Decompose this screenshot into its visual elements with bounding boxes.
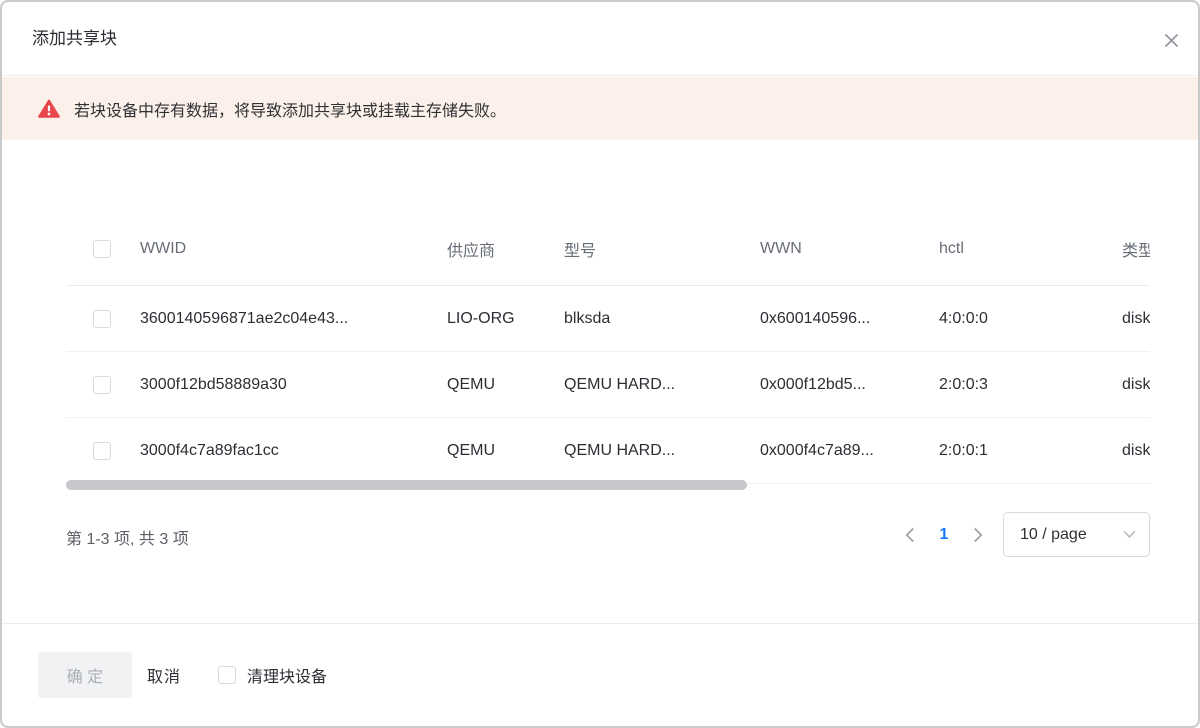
cell-vendor: LIO-ORG xyxy=(447,310,564,328)
cancel-button[interactable]: 取消 xyxy=(147,663,181,687)
chevron-right-icon xyxy=(973,527,983,543)
close-button[interactable] xyxy=(1156,25,1186,55)
row-checkbox[interactable] xyxy=(93,310,111,328)
horizontal-scrollbar-thumb[interactable] xyxy=(66,480,747,490)
cell-type: disk xyxy=(1122,310,1150,328)
x-icon xyxy=(1164,33,1179,48)
cell-type: disk xyxy=(1122,442,1150,460)
dialog-title: 添加共享块 xyxy=(32,2,117,76)
header-checkbox-cell xyxy=(66,240,140,258)
alert-banner: 若块设备中存有数据，将导致添加共享块或挂载主存储失败。 xyxy=(2,77,1198,140)
cleanup-checkbox-label[interactable]: 清理块设备 xyxy=(247,663,327,687)
column-header-vendor: 供应商 xyxy=(447,237,564,261)
pagination-summary: 第 1-3 项, 共 3 项 xyxy=(66,525,189,549)
column-header-model: 型号 xyxy=(564,237,760,261)
column-header-wwid: WWID xyxy=(140,240,447,258)
cleanup-checkbox[interactable] xyxy=(218,666,236,684)
ok-button[interactable]: 确 定 xyxy=(38,652,132,698)
device-table: WWID 供应商 型号 WWN hctl 类型 3600140596871ae2… xyxy=(66,212,1150,484)
cell-vendor: QEMU xyxy=(447,376,564,394)
page-size-select[interactable]: 10 / page xyxy=(1003,512,1150,557)
cell-wwn: 0x600140596... xyxy=(760,310,939,328)
horizontal-scrollbar-track[interactable] xyxy=(66,479,1150,491)
table-row: 3000f4c7a89fac1cc QEMU QEMU HARD... 0x00… xyxy=(66,418,1150,484)
column-header-type: 类型 xyxy=(1122,237,1150,261)
cell-wwid: 3600140596871ae2c04e43... xyxy=(140,310,447,328)
current-page-button[interactable]: 1 xyxy=(927,512,961,557)
cell-wwid: 3000f12bd58889a30 xyxy=(140,376,447,394)
alert-text: 若块设备中存有数据，将导致添加共享块或挂载主存储失败。 xyxy=(74,97,506,121)
cell-hctl: 4:0:0:0 xyxy=(939,310,1122,328)
pagination-controls: 1 10 / page xyxy=(897,512,1150,557)
cell-wwn: 0x000f4c7a89... xyxy=(760,442,939,460)
cell-vendor: QEMU xyxy=(447,442,564,460)
row-checkbox-cell xyxy=(66,376,140,394)
page-size-value: 10 / page xyxy=(1020,526,1087,544)
row-checkbox[interactable] xyxy=(93,376,111,394)
chevron-down-icon xyxy=(1123,530,1136,539)
column-header-hctl: hctl xyxy=(939,240,1122,258)
cell-wwid: 3000f4c7a89fac1cc xyxy=(140,442,447,460)
column-header-wwn: WWN xyxy=(760,240,939,258)
row-checkbox-cell xyxy=(66,442,140,460)
chevron-left-icon xyxy=(905,527,915,543)
row-checkbox-cell xyxy=(66,310,140,328)
table-header-row: WWID 供应商 型号 WWN hctl 类型 xyxy=(66,212,1150,286)
table-row: 3600140596871ae2c04e43... LIO-ORG blksda… xyxy=(66,286,1150,352)
cell-model: QEMU HARD... xyxy=(564,376,760,394)
select-all-checkbox[interactable] xyxy=(93,240,111,258)
dialog-footer: 确 定 取消 清理块设备 xyxy=(2,623,1198,726)
dialog-header: 添加共享块 xyxy=(2,2,1198,76)
row-checkbox[interactable] xyxy=(93,442,111,460)
cell-wwn: 0x000f12bd5... xyxy=(760,376,939,394)
add-shared-block-dialog: 添加共享块 若块设备中存有数据，将导致添加共享块或挂载主存储失败。 WWID 供… xyxy=(0,0,1200,728)
next-page-button[interactable] xyxy=(965,512,991,557)
cell-type: disk xyxy=(1122,376,1150,394)
cell-model: QEMU HARD... xyxy=(564,442,760,460)
cell-model: blksda xyxy=(564,310,760,328)
cell-hctl: 2:0:0:3 xyxy=(939,376,1122,394)
cell-hctl: 2:0:0:1 xyxy=(939,442,1122,460)
prev-page-button[interactable] xyxy=(897,512,923,557)
table-row: 3000f12bd58889a30 QEMU QEMU HARD... 0x00… xyxy=(66,352,1150,418)
warning-triangle-icon xyxy=(38,99,60,119)
